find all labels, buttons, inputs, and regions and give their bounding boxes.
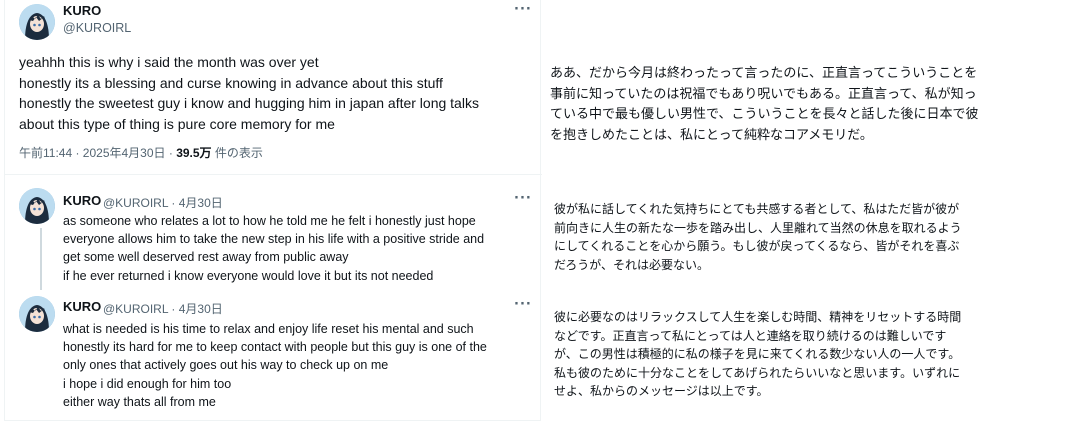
author-name[interactable]: KURO [63,193,101,208]
author-handle-date[interactable]: @KUROIRL · 4月30日 [103,300,223,317]
translation-line: が、この男性は積極的に私の様子を見に来てくれる数少ない人の一人です。 [554,347,961,361]
reply-text: as someone who relates a lot to how he t… [63,212,533,285]
translation-main: ああ、だから今月は終わったって言ったのに、正直言ってこういうことを 事前に知って… [550,64,978,146]
reply-line: everyone allows him to take the new step… [63,232,485,247]
translation-reply-2: 彼に必要なのはリラックスして人生を楽しむ時間、精神をリセットする時間 などです。… [554,308,961,401]
reply-line: honestly its hard for me to keep contact… [63,340,487,355]
tweet-line: yeahhh this is why i said the month was … [19,54,319,70]
reply-text: what is needed is his time to relax and … [63,320,533,411]
reply-line: either way thats all from me [63,394,216,409]
avatar[interactable] [19,188,55,224]
more-options-icon[interactable]: ··· [514,297,532,312]
thread-connector [40,228,42,290]
tweet-meta: 午前11:44 · 2025年4月30日 · 39.5万 件の表示 [19,144,263,161]
translation-line: 彼が私に話してくれた気持ちにとても共感する者として、私はただ皆が彼が [554,202,960,216]
translation-line: 事前に知っていたのは祝福でもあり呪いでもある。正直言って、私が知っ [550,86,977,102]
tweet-line: honestly the sweetest guy i know and hug… [19,95,479,111]
view-count: 39.5万 [176,146,212,160]
view-count-label: 件の表示 [211,146,263,160]
translation-line: 彼に必要なのはリラックスして人生を楽しむ時間、精神をリセットする時間 [554,310,962,324]
reply-line: only ones that actively goes out his way… [63,358,389,373]
reply-line: if he ever returned i know everyone woul… [63,268,434,283]
translation-line: 私も彼のために十分なことをしてあげられたらいいなと思います。いずれに [554,365,961,380]
reply-line: what is needed is his time to relax and … [63,322,474,336]
translation-line: ああ、だから今月は終わったって言ったのに、正直言ってこういうことを [550,66,978,81]
author-handle[interactable]: @KUROIRL [63,21,131,35]
translation-line: せよ、私からのメッセージは以上です。 [554,384,769,398]
translation-line: を抱きしめたことは、私にとって純粋なコアメモリだ。 [550,127,873,143]
more-options-icon[interactable]: ··· [514,2,532,17]
avatar[interactable] [19,4,55,40]
translation-line: ている中で最も優しい男性で、こういうことを長々と話した後に日本で彼 [550,107,979,122]
translation-line: にしてくれることを心から願う。もし彼が戻ってくるなら、皆がそれを喜ぶ [554,239,960,253]
reply-line: get some well deserved rest away from pu… [63,250,349,265]
tweet-text: yeahhh this is why i said the month was … [19,52,534,134]
divider [5,174,542,175]
translation-line: だろうが、それは必要ない。 [554,257,710,272]
author-name[interactable]: KURO [63,3,101,18]
author-handle-date[interactable]: @KUROIRL · 4月30日 [103,194,223,211]
avatar[interactable] [19,296,55,332]
translation-reply-1: 彼が私に話してくれた気持ちにとても共感する者として、私はただ皆が彼が 前向きに人… [554,200,962,274]
tweet-line: about this type of thing is pure core me… [19,115,335,132]
author-name[interactable]: KURO [63,299,101,314]
tweet-timestamp[interactable]: 午前11:44 · 2025年4月30日 · [19,146,176,160]
tweet-line: honestly its a blessing and curse knowin… [19,74,443,91]
translation-line: 前向きに人生の新たな一歩を踏み出し、人里離れて当然の休息を取れるよう [554,220,962,235]
more-options-icon[interactable]: ··· [514,191,532,206]
reply-line: i hope i did enough for him too [63,376,232,391]
translation-line: などです。正直言って私にとっては人と連絡を取り続けるのは難しいです [554,328,947,343]
reply-line: as someone who relates a lot to how he t… [63,214,476,228]
tweet-thread-card: KURO @KUROIRL ··· yeahhh this is why i s… [4,0,542,421]
